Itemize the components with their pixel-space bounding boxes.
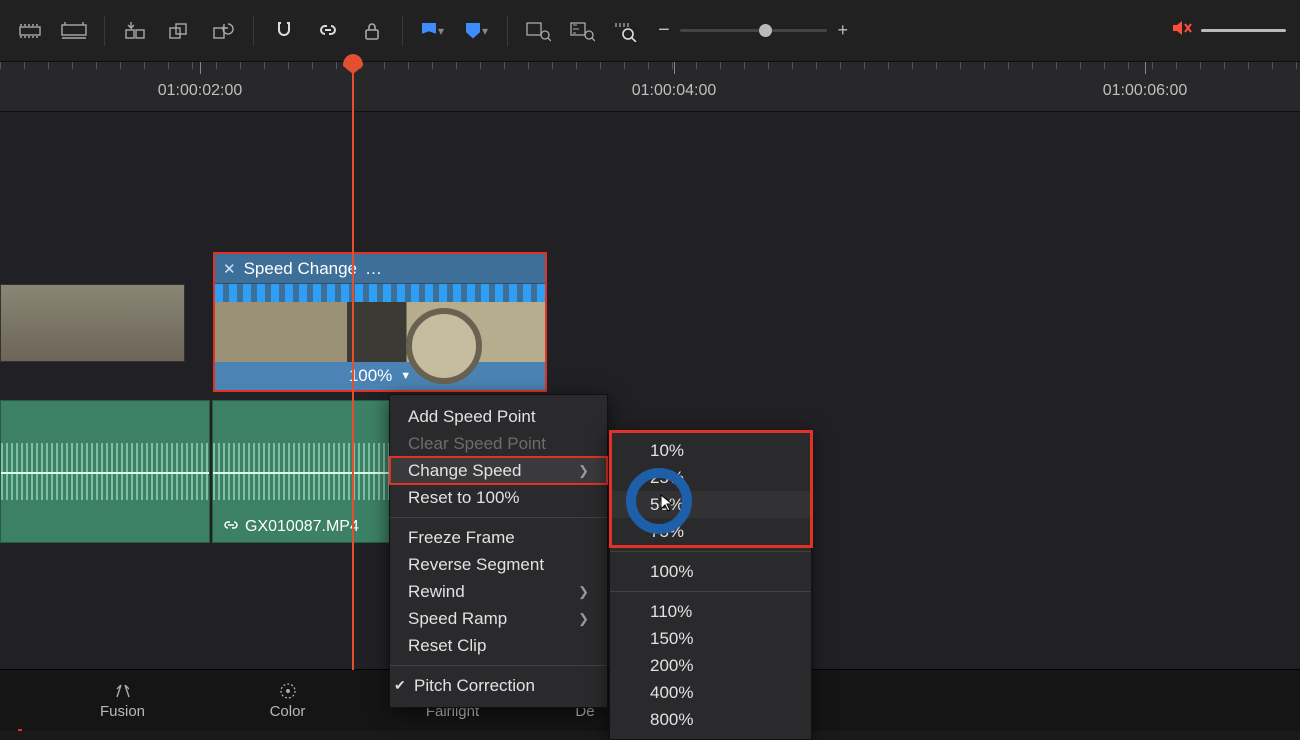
submenu-item-110[interactable]: 110%: [610, 598, 811, 625]
playhead[interactable]: [352, 62, 354, 670]
link-icon: [223, 517, 239, 536]
video-track: ✕ Speed Change … 100% ▼: [0, 252, 1300, 392]
video-clip-prev[interactable]: [0, 284, 185, 362]
speed-arrow-strip: [215, 284, 545, 302]
volume-slider[interactable]: [1201, 29, 1286, 32]
speed-value: 100%: [349, 366, 392, 386]
page-fusion[interactable]: Fusion: [40, 670, 205, 731]
audio-clip-prev[interactable]: [0, 400, 210, 543]
menu-freeze-frame[interactable]: Freeze Frame: [390, 524, 607, 551]
zoom-slider[interactable]: − +: [658, 19, 848, 42]
link-button[interactable]: [306, 9, 350, 53]
video-clip-speed-change[interactable]: ✕ Speed Change … 100% ▼: [213, 252, 547, 392]
flag-icon: [422, 23, 436, 39]
clip-title-bar: ✕ Speed Change …: [215, 254, 545, 284]
timeline-ruler[interactable]: 01:00:02:00 01:00:04:00 01:00:06:00: [0, 62, 1300, 112]
shield-icon: [466, 23, 480, 39]
chevron-down-icon: ▾: [482, 24, 488, 38]
menu-pitch-correction[interactable]: ✔Pitch Correction: [390, 672, 607, 699]
change-speed-submenu: 10%25%50%75% 100% 110%150%200%400%800%: [609, 430, 812, 740]
zoom-out-button[interactable]: −: [658, 19, 670, 42]
submenu-item-400[interactable]: 400%: [610, 679, 811, 706]
menu-add-speed-point[interactable]: Add Speed Point: [390, 403, 607, 430]
insert-mode-button[interactable]: [113, 9, 157, 53]
page-label: Color: [270, 703, 306, 720]
submenu-item-25[interactable]: 25%: [610, 464, 811, 491]
chevron-right-icon: ❯: [578, 463, 589, 479]
shield-marker-button[interactable]: ▾: [455, 9, 499, 53]
submenu-item-150[interactable]: 150%: [610, 625, 811, 652]
page-label: Fusion: [100, 703, 145, 720]
replace-mode-button[interactable]: [201, 9, 245, 53]
chevron-right-icon: ❯: [578, 611, 589, 627]
overwrite-mode-button[interactable]: [157, 9, 201, 53]
ruler-timestamp: 01:00:06:00: [1103, 82, 1188, 100]
submenu-item-100[interactable]: 100%: [610, 558, 811, 585]
zoom-in-button[interactable]: +: [837, 20, 848, 41]
submenu-item-800[interactable]: 800%: [610, 706, 811, 733]
ruler-timestamp: 01:00:04:00: [632, 82, 717, 100]
mute-icon[interactable]: [1171, 19, 1193, 42]
menu-reset-100[interactable]: Reset to 100%: [390, 484, 607, 511]
chevron-down-icon: ▾: [438, 24, 444, 38]
chevron-right-icon: ❯: [578, 584, 589, 600]
timeline-view-button[interactable]: [8, 9, 52, 53]
page-color[interactable]: Color: [205, 670, 370, 731]
speed-indicator-bar[interactable]: 100% ▼: [215, 362, 545, 390]
check-icon: ✔: [394, 677, 406, 694]
submenu-item-200[interactable]: 200%: [610, 652, 811, 679]
speed-context-menu: Add Speed Point Clear Speed Point Change…: [389, 394, 608, 708]
menu-clear-speed-point: Clear Speed Point: [390, 430, 607, 457]
clip-title: Speed Change: [244, 259, 357, 279]
submenu-item-50[interactable]: 50%: [610, 491, 811, 518]
close-icon[interactable]: ✕: [223, 260, 236, 278]
clip-title-ellipsis: …: [365, 259, 382, 279]
submenu-item-10[interactable]: 10%: [610, 437, 811, 464]
zoom-track[interactable]: [680, 29, 828, 32]
menu-change-speed[interactable]: Change Speed❯: [390, 457, 607, 484]
zoom-custom-button[interactable]: [604, 9, 648, 53]
page-edit-indicator[interactable]: [0, 670, 40, 731]
menu-reset-clip[interactable]: Reset Clip: [390, 632, 607, 659]
timeline-toolbar: ▾ ▾ − +: [0, 0, 1300, 62]
menu-speed-ramp[interactable]: Speed Ramp❯: [390, 605, 607, 632]
ruler-timestamp: 01:00:02:00: [158, 82, 243, 100]
stacked-view-button[interactable]: [52, 9, 96, 53]
submenu-item-75[interactable]: 75%: [610, 518, 811, 545]
zoom-detail-button[interactable]: [516, 9, 560, 53]
clip-thumbnail: [215, 302, 545, 362]
zoom-knob[interactable]: [759, 24, 772, 37]
lock-button[interactable]: [350, 9, 394, 53]
snap-button[interactable]: [262, 9, 306, 53]
zoom-full-button[interactable]: [560, 9, 604, 53]
audio-clip-name: GX010087.MP4: [223, 517, 359, 536]
menu-rewind[interactable]: Rewind❯: [390, 578, 607, 605]
flag-marker-button[interactable]: ▾: [411, 9, 455, 53]
menu-reverse-segment[interactable]: Reverse Segment: [390, 551, 607, 578]
chevron-down-icon: ▼: [400, 370, 411, 382]
